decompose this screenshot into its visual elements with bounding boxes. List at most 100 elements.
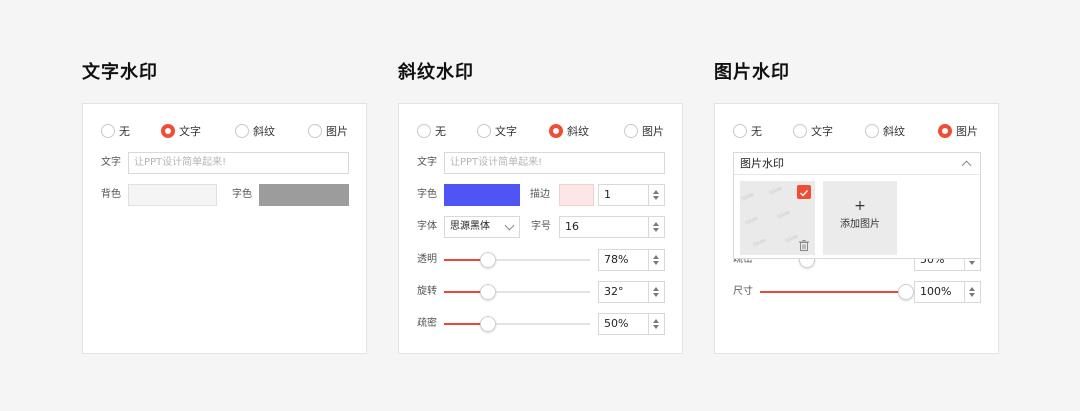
radio-dot (733, 124, 747, 138)
radio-label: 图片 (642, 125, 664, 138)
stroke-color-swatch[interactable] (559, 184, 594, 206)
density-slider-track[interactable] (444, 323, 590, 325)
svg-text:iSlide: iSlide (744, 216, 759, 227)
opacity-stepper[interactable] (649, 249, 665, 271)
radio-dot-selected (938, 124, 952, 138)
background-color-label: 背色 (101, 189, 121, 200)
rotation-slider-track[interactable] (444, 291, 590, 293)
checkbox-checked-icon[interactable] (797, 185, 811, 199)
radio-image[interactable]: 图片 (938, 123, 978, 139)
add-image-label: 添加图片 (840, 219, 880, 230)
stroke-width-input[interactable]: 1 (598, 184, 649, 206)
font-family-label: 字体 (417, 221, 437, 232)
background-color-swatch[interactable] (128, 184, 217, 206)
image-watermark-dropdown[interactable]: 图片水印 iSlide iSlide iSlide iSlide iSlide … (733, 152, 981, 259)
radio-text[interactable]: 文字 (793, 123, 833, 139)
text-field-label: 文字 (101, 157, 121, 168)
opacity-slider-knob[interactable] (479, 252, 496, 268)
text-watermark-panel: 无 文字 斜纹 图片 文字 让PPT设计简单起来! 背色 字色 (82, 103, 367, 354)
radio-none[interactable]: 无 (417, 123, 446, 139)
svg-text:iSlide: iSlide (768, 186, 783, 197)
radio-label: 无 (751, 125, 762, 138)
watermark-text-input[interactable]: 让PPT设计简单起来! (444, 152, 665, 174)
stepper-down-icon[interactable] (653, 196, 659, 200)
stepper-up-icon[interactable] (653, 255, 659, 259)
size-slider-track[interactable] (760, 291, 906, 293)
size-slider-knob[interactable] (898, 284, 914, 300)
radio-label: 图片 (956, 125, 978, 138)
watermark-type-radio-group: 无 文字 斜纹 图片 (715, 123, 998, 139)
size-stepper[interactable] (965, 281, 981, 303)
stepper-up-icon[interactable] (653, 190, 659, 194)
stepper-down-icon[interactable] (969, 261, 975, 265)
radio-image[interactable]: 图片 (308, 123, 348, 139)
opacity-slider-track[interactable] (444, 259, 590, 261)
stepper-down-icon[interactable] (653, 261, 659, 265)
density-input[interactable]: 50% (598, 313, 649, 335)
radio-label: 文字 (495, 125, 517, 138)
font-size-input[interactable]: 16 (559, 216, 649, 238)
stepper-up-icon[interactable] (969, 287, 975, 291)
radio-dot (235, 124, 249, 138)
stepper-down-icon[interactable] (653, 325, 659, 329)
density-label: 疏密 (417, 318, 437, 329)
stroke-label: 描边 (530, 189, 550, 200)
watermark-text-input[interactable]: 让PPT设计简单起来! (128, 152, 349, 174)
rotation-stepper[interactable] (649, 281, 665, 303)
radio-label: 斜纹 (883, 125, 905, 138)
svg-text:iSlide: iSlide (740, 192, 755, 203)
rotation-label: 旋转 (417, 286, 437, 297)
radio-label: 图片 (326, 125, 348, 138)
density-slider-knob[interactable] (479, 316, 496, 332)
rotation-input[interactable]: 32° (598, 281, 649, 303)
plus-icon: + (854, 198, 866, 214)
radio-diagonal[interactable]: 斜纹 (549, 123, 589, 139)
svg-text:iSlide: iSlide (752, 238, 767, 249)
radio-dot (308, 124, 322, 138)
stepper-up-icon[interactable] (653, 319, 659, 323)
radio-dot-selected (549, 124, 563, 138)
stepper-up-icon[interactable] (653, 222, 659, 226)
font-color-swatch[interactable] (259, 184, 349, 206)
radio-text[interactable]: 文字 (477, 123, 517, 139)
add-image-button[interactable]: + 添加图片 (823, 181, 897, 255)
opacity-input[interactable]: 78% (598, 249, 649, 271)
stepper-down-icon[interactable] (653, 228, 659, 232)
canvas: 文字水印 无 文字 斜纹 图片 文字 让PPT设计简单起来! 背色 字色 斜纹水… (0, 0, 1080, 411)
radio-diagonal[interactable]: 斜纹 (865, 123, 905, 139)
radio-dot-selected (161, 124, 175, 138)
radio-diagonal[interactable]: 斜纹 (235, 123, 275, 139)
density-stepper[interactable] (649, 313, 665, 335)
stroke-width-stepper[interactable] (649, 184, 665, 206)
section-title-text-watermark: 文字水印 (82, 62, 158, 83)
image-thumbnail[interactable]: iSlide iSlide iSlide iSlide iSlide iSlid… (740, 181, 815, 255)
size-slider-fill (760, 291, 906, 293)
stepper-down-icon[interactable] (653, 293, 659, 297)
radio-label: 斜纹 (253, 125, 275, 138)
stepper-down-icon[interactable] (969, 293, 975, 297)
svg-text:iSlide: iSlide (776, 210, 791, 221)
size-label: 尺寸 (733, 286, 753, 297)
font-color-swatch[interactable] (444, 184, 520, 206)
diagonal-watermark-panel: 无 文字 斜纹 图片 文字 让PPT设计简单起来! 字色 描边 1 字体 思源黑… (398, 103, 683, 354)
radio-dot (793, 124, 807, 138)
radio-none[interactable]: 无 (101, 123, 130, 139)
radio-dot (865, 124, 879, 138)
trash-icon[interactable] (797, 237, 811, 251)
radio-none[interactable]: 无 (733, 123, 762, 139)
image-watermark-panel: 无 文字 斜纹 图片 疏密 50% 图片水印 iSlide iSlide iSl… (714, 103, 999, 354)
font-size-stepper[interactable] (649, 216, 665, 238)
font-color-label: 字色 (417, 189, 437, 200)
watermark-type-radio-group: 无 文字 斜纹 图片 (399, 123, 682, 139)
dropdown-header[interactable]: 图片水印 (734, 153, 980, 175)
opacity-label: 透明 (417, 254, 437, 265)
radio-dot (477, 124, 491, 138)
radio-dot (101, 124, 115, 138)
radio-image[interactable]: 图片 (624, 123, 664, 139)
font-color-label: 字色 (232, 189, 252, 200)
rotation-slider-knob[interactable] (479, 284, 496, 300)
size-input[interactable]: 100% (914, 281, 965, 303)
section-title-image-watermark: 图片水印 (714, 62, 790, 83)
radio-text[interactable]: 文字 (161, 123, 201, 139)
stepper-up-icon[interactable] (653, 287, 659, 291)
